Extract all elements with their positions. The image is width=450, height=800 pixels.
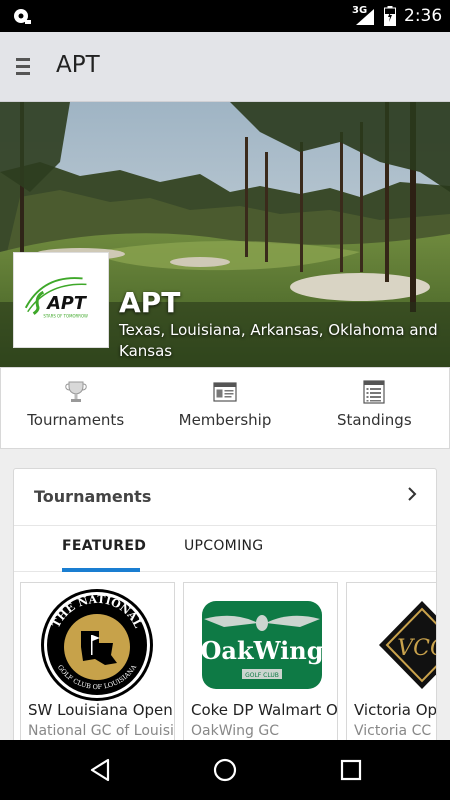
battery-icon: [384, 6, 396, 26]
organization-name: APT: [119, 286, 181, 319]
tournament-tile[interactable]: OakWing GOLF CLUB Coke DP Walmart Open O…: [183, 582, 338, 757]
tab-upcoming[interactable]: UPCOMING: [184, 538, 263, 554]
app-bar: APT: [0, 32, 450, 102]
tournament-venue: OakWing GC: [191, 723, 279, 739]
svg-text:APT: APT: [45, 294, 88, 314]
standings-list-icon: [363, 380, 385, 404]
tab-featured[interactable]: FEATURED: [62, 538, 146, 554]
trophy-icon: [64, 381, 87, 402]
tournament-name: Victoria Open: [354, 701, 437, 719]
active-tab-indicator: [62, 568, 140, 572]
tournament-tile[interactable]: VCC Victoria Open Victoria CC: [346, 582, 437, 757]
membership-action[interactable]: Membership: [150, 368, 299, 448]
svg-text:VCC: VCC: [397, 636, 437, 661]
apt-logo: APT STARS OF TOMORROW: [13, 252, 109, 348]
quick-actions: Tournaments Membership Standings: [0, 367, 450, 449]
national-golf-club-logo: THE NATIONAL GOLF CLUB OF LOUISIANA: [41, 589, 153, 701]
recents-icon[interactable]: [338, 757, 364, 783]
tournament-name: Coke DP Walmart Open: [191, 701, 338, 719]
hero-banner: APT STARS OF TOMORROW APT Texas, Louisia…: [0, 102, 450, 368]
clock: 2:36: [404, 6, 443, 26]
notification-icon: [14, 9, 31, 24]
membership-card-icon: [213, 382, 237, 402]
status-bar: 3G 2:36: [0, 0, 450, 32]
tournament-list: THE NATIONAL GOLF CLUB OF LOUISIANA SW L…: [20, 582, 437, 757]
victoria-cc-logo: VCC: [379, 601, 437, 689]
page-title: APT: [56, 52, 100, 78]
chevron-right-icon[interactable]: [407, 487, 417, 501]
tournament-venue: National GC of Louisiana: [28, 723, 174, 739]
card-title: Tournaments: [34, 487, 152, 506]
tournaments-card: Tournaments FEATURED UPCOMING THE NATION…: [13, 468, 437, 758]
signal-icon: [356, 9, 374, 25]
organization-region: Texas, Louisiana, Arkansas, Oklahoma and…: [119, 321, 438, 360]
tournament-tile[interactable]: THE NATIONAL GOLF CLUB OF LOUISIANA SW L…: [20, 582, 175, 757]
home-icon[interactable]: [212, 757, 238, 783]
action-label: Standings: [337, 411, 412, 429]
tournament-name: SW Louisiana Open: [28, 701, 173, 719]
tournament-tabs: FEATURED UPCOMING: [14, 526, 436, 572]
svg-text:GOLF CLUB: GOLF CLUB: [245, 672, 279, 679]
back-icon[interactable]: [88, 757, 114, 783]
svg-text:OakWing: OakWing: [201, 636, 324, 665]
tournament-venue: Victoria CC: [354, 723, 432, 739]
action-label: Membership: [178, 411, 272, 429]
svg-text:STARS OF TOMORROW: STARS OF TOMORROW: [43, 314, 88, 319]
menu-icon[interactable]: [16, 58, 30, 76]
action-label: Tournaments: [27, 411, 125, 429]
standings-action[interactable]: Standings: [300, 368, 449, 448]
system-nav-bar: [0, 740, 450, 800]
oakwing-golf-club-logo: OakWing GOLF CLUB: [201, 601, 324, 689]
tournaments-action[interactable]: Tournaments: [1, 368, 150, 448]
